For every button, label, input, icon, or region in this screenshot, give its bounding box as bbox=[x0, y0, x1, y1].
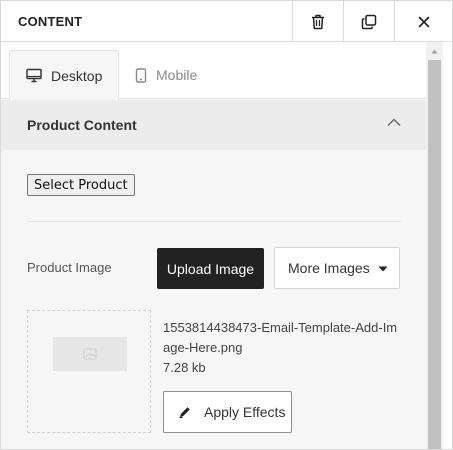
select-product-button[interactable]: Select Product bbox=[27, 174, 135, 196]
apply-effects-button[interactable]: Apply Effects bbox=[163, 391, 292, 433]
content-panel: CONTENT Desktop Mobile Product Content S… bbox=[0, 0, 453, 450]
panel-title: CONTENT bbox=[18, 14, 83, 29]
thumbnail-preview bbox=[53, 337, 127, 371]
vertical-scrollbar[interactable] bbox=[426, 42, 443, 449]
apply-effects-label: Apply Effects bbox=[204, 404, 286, 420]
delete-button[interactable] bbox=[292, 1, 343, 42]
chevron-up-icon bbox=[387, 118, 401, 126]
section-title: Product Content bbox=[27, 117, 137, 133]
panel-body: Desktop Mobile Product Content Select Pr… bbox=[1, 42, 426, 449]
image-thumbnail[interactable] bbox=[27, 310, 151, 433]
image-file-size: 7.28 kb bbox=[163, 360, 206, 375]
trash-icon bbox=[312, 14, 324, 29]
scroll-up-button[interactable] bbox=[426, 42, 443, 60]
pencil-icon bbox=[179, 407, 190, 419]
panel-header: CONTENT bbox=[1, 1, 452, 42]
scroll-thumb[interactable] bbox=[428, 60, 441, 449]
divider bbox=[27, 221, 401, 222]
product-content-section-header[interactable]: Product Content bbox=[1, 100, 426, 150]
close-icon bbox=[418, 16, 429, 27]
close-button[interactable] bbox=[394, 1, 452, 42]
placeholder-image-icon bbox=[83, 348, 97, 360]
tab-mobile[interactable]: Mobile bbox=[133, 50, 197, 100]
more-images-label: More Images bbox=[288, 260, 370, 276]
duplicate-button[interactable] bbox=[343, 1, 394, 42]
tab-mobile-label: Mobile bbox=[156, 67, 198, 83]
mobile-icon bbox=[135, 67, 147, 83]
tab-desktop[interactable]: Desktop bbox=[9, 50, 119, 100]
device-tabs: Desktop Mobile bbox=[1, 42, 426, 100]
product-image-label: Product Image bbox=[27, 260, 112, 275]
scroll-up-arrow-icon bbox=[431, 49, 438, 53]
desktop-icon bbox=[26, 68, 42, 83]
tab-desktop-label: Desktop bbox=[51, 67, 103, 84]
caret-down-icon bbox=[378, 266, 388, 272]
more-images-dropdown[interactable]: More Images bbox=[274, 247, 400, 289]
duplicate-icon bbox=[361, 14, 377, 29]
image-file-name: 1553814438473-Email-Template-Add-Image-H… bbox=[163, 320, 398, 355]
upload-image-button[interactable]: Upload Image bbox=[157, 248, 264, 289]
